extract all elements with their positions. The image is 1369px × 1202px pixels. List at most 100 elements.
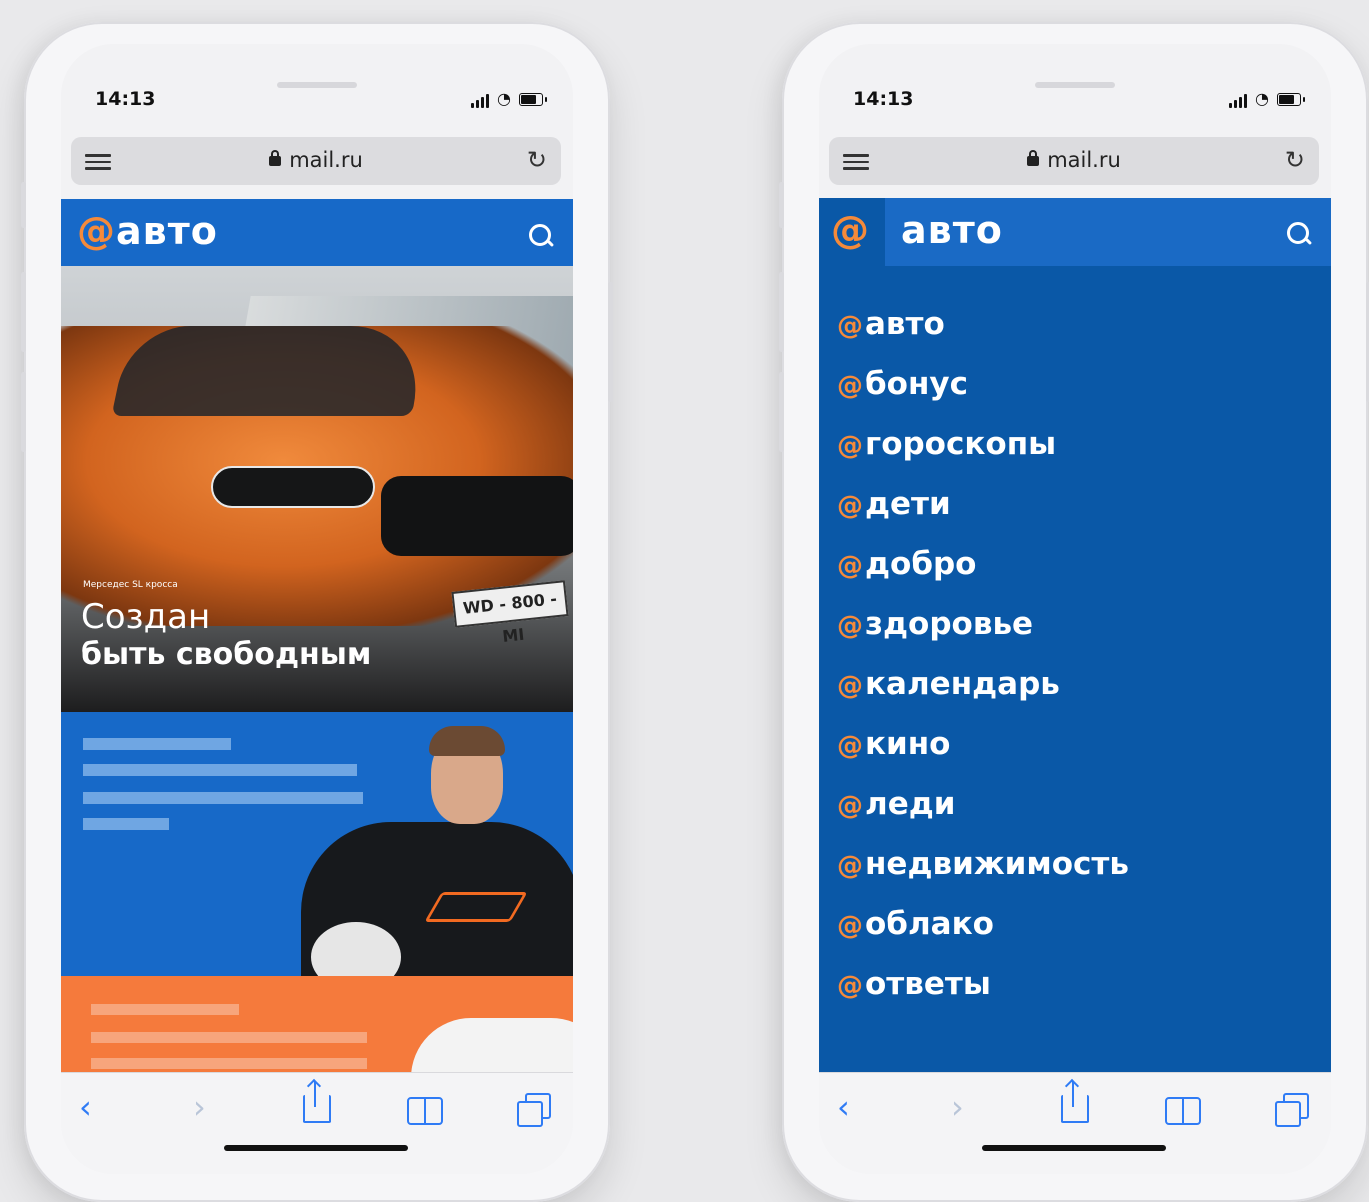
battery-icon — [1277, 93, 1301, 106]
volume-up-button — [779, 272, 784, 352]
menu-list: @авто @бонус @гороскопы @дети @добро @здоровь… — [837, 294, 1129, 1014]
placeholder-line — [91, 1004, 239, 1015]
driver-hair — [429, 726, 505, 756]
menu-item[interactable]: @добро — [837, 534, 1129, 594]
menu-item-label: календарь — [865, 666, 1060, 702]
menu-item[interactable]: @леди — [837, 774, 1129, 834]
share-icon[interactable] — [1061, 1081, 1089, 1123]
power-button — [608, 282, 613, 402]
reload-icon[interactable]: ↻ — [527, 146, 547, 174]
at-logo-icon: @ — [837, 491, 863, 521]
speaker-grille — [277, 82, 357, 88]
wifi-icon: ◔ — [1255, 89, 1269, 108]
site-logo[interactable]: @авто — [77, 209, 218, 253]
home-indicator[interactable] — [982, 1145, 1166, 1151]
volume-up-button — [21, 272, 26, 352]
hero-title: Создан быть свободным — [81, 598, 371, 674]
menu-item[interactable]: @дети — [837, 474, 1129, 534]
search-icon[interactable] — [529, 224, 551, 246]
volume-down-button — [21, 372, 26, 452]
address-bar[interactable]: mail.ru ↻ — [829, 137, 1319, 185]
at-logo-icon: @ — [837, 791, 863, 821]
menu-item-label: облако — [865, 906, 994, 942]
address-bar[interactable]: mail.ru ↻ — [71, 137, 561, 185]
browser-toolbar: ‹ › — [819, 1072, 1331, 1174]
forward-icon[interactable]: › — [951, 1089, 964, 1125]
reload-icon[interactable]: ↻ — [1285, 146, 1305, 174]
back-icon[interactable]: ‹ — [837, 1089, 850, 1125]
site-header: @авто — [61, 199, 573, 266]
placeholder-line — [91, 1058, 367, 1069]
menu-item[interactable]: @кино — [837, 714, 1129, 774]
tabs-icon[interactable] — [517, 1093, 551, 1127]
menu-item[interactable]: @здоровье — [837, 594, 1129, 654]
menu-item[interactable]: @календарь — [837, 654, 1129, 714]
mute-switch — [21, 182, 26, 228]
car-windshield — [111, 326, 431, 416]
status-icons: ◔ — [461, 90, 551, 108]
wifi-icon: ◔ — [497, 89, 511, 108]
car-grille — [381, 476, 573, 556]
share-icon[interactable] — [303, 1081, 331, 1123]
status-bar: 14:13 ◔ — [61, 44, 573, 126]
menu-item[interactable]: @авто — [837, 294, 1129, 354]
home-indicator[interactable] — [224, 1145, 408, 1151]
projects-menu: @ авто @авто @бонус @гороскопы @дети @добро @… — [819, 198, 1331, 1072]
at-logo-icon: @ — [837, 431, 863, 461]
browser-toolbar: ‹ › — [61, 1072, 573, 1174]
speaker-grille — [1035, 82, 1115, 88]
status-bar: 14:13 ◔ — [819, 44, 1331, 126]
menu-item-label: здоровье — [865, 606, 1034, 642]
hero-banner[interactable]: WD - 800 - MI Мерседес SL кросса Создан … — [61, 266, 573, 712]
placeholder-line — [83, 818, 169, 830]
status-time: 14:13 — [853, 88, 914, 110]
hero-title-line2: быть свободным — [81, 637, 372, 672]
menu-item-label: дети — [865, 486, 951, 522]
at-logo-icon: @ — [837, 311, 863, 341]
tabs-icon[interactable] — [1275, 1093, 1309, 1127]
menu-item-label: кино — [865, 726, 951, 762]
placeholder-line — [83, 764, 357, 776]
back-icon[interactable]: ‹ — [79, 1089, 92, 1125]
menu-item-label: недвижимость — [865, 846, 1129, 882]
bookmarks-icon[interactable] — [407, 1097, 443, 1125]
at-logo-icon: @ — [837, 851, 863, 881]
screen: 14:13 ◔ mail.ru ↻ @ авто @авто @бонус @г… — [819, 44, 1331, 1174]
menu-item[interactable]: @бонус — [837, 354, 1129, 414]
phone-left: 14:13 ◔ mail.ru ↻ @авто WD - 800 - MI Ме… — [21, 22, 613, 1202]
menu-item-label: ответы — [865, 966, 991, 1002]
hero-caption: Мерседес SL кросса — [83, 580, 178, 590]
menu-header: @ авто — [819, 198, 1331, 266]
menu-at-box[interactable]: @ — [819, 198, 885, 266]
mute-switch — [779, 182, 784, 228]
placeholder-line — [83, 738, 231, 750]
status-time: 14:13 — [95, 88, 156, 110]
menu-item[interactable]: @недвижимость — [837, 834, 1129, 894]
menu-item-label: добро — [865, 546, 977, 582]
menu-item-label: авто — [865, 306, 945, 342]
car-headlight — [211, 466, 375, 508]
phone-right: 14:13 ◔ mail.ru ↻ @ авто @авто @бонус @г… — [779, 22, 1369, 1202]
menu-title[interactable]: авто — [901, 208, 1003, 252]
lock-icon — [269, 150, 282, 166]
url-field[interactable]: mail.ru — [829, 148, 1319, 172]
lock-icon — [1027, 150, 1040, 166]
hero-title-line1: Создан — [81, 597, 211, 637]
menu-item[interactable]: @облако — [837, 894, 1129, 954]
forward-icon[interactable]: › — [193, 1089, 206, 1125]
at-logo-icon: @ — [831, 208, 869, 252]
url-text: mail.ru — [289, 148, 363, 172]
suit-logo — [424, 892, 528, 922]
battery-icon — [519, 93, 543, 106]
placeholder-line — [83, 792, 363, 804]
menu-item-label: гороскопы — [865, 426, 1057, 462]
promo-card-orange[interactable] — [61, 976, 573, 1072]
search-icon[interactable] — [1287, 222, 1309, 244]
menu-item[interactable]: @ответы — [837, 954, 1129, 1014]
at-logo-icon: @ — [837, 551, 863, 581]
bookmarks-icon[interactable] — [1165, 1097, 1201, 1125]
promo-card-blue[interactable] — [61, 712, 573, 976]
url-field[interactable]: mail.ru — [71, 148, 561, 172]
at-logo-icon: @ — [837, 731, 863, 761]
menu-item[interactable]: @гороскопы — [837, 414, 1129, 474]
